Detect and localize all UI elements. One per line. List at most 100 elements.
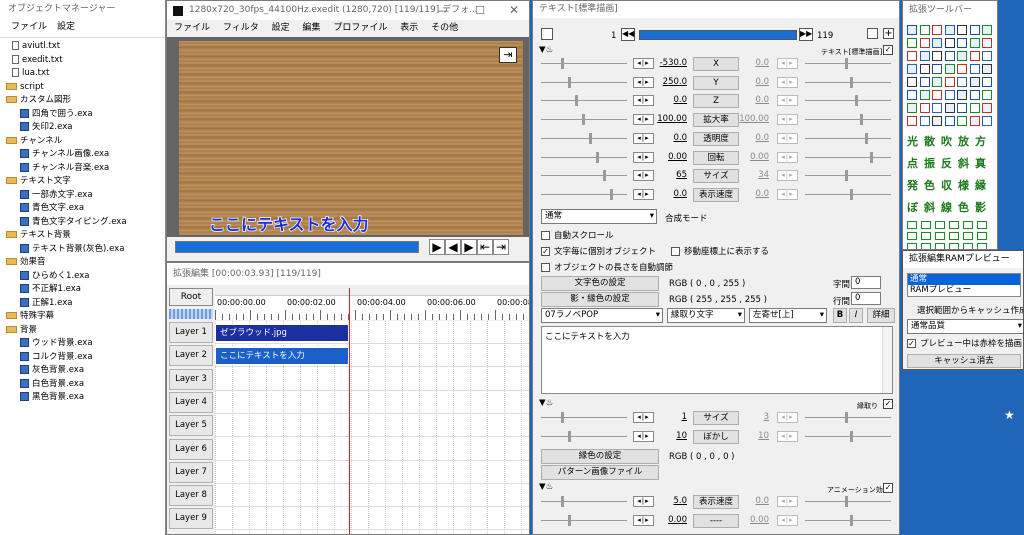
start-value[interactable]: 0.0 — [655, 189, 687, 199]
slider-thumb[interactable] — [845, 412, 848, 423]
file-item[interactable]: exedit.txt — [6, 54, 164, 68]
tool-icon[interactable] — [982, 25, 992, 35]
file-item[interactable]: 四角で囲う.exa — [6, 108, 164, 122]
individual-object-checkbox[interactable]: ✓ 文字毎に個別オブジェクト — [541, 245, 656, 257]
slider-thumb[interactable] — [850, 76, 853, 88]
tool-icon[interactable] — [957, 103, 967, 113]
end-value[interactable]: 0.0 — [739, 133, 769, 143]
tool-icon[interactable] — [932, 64, 942, 74]
header-checkbox[interactable]: ✓ — [883, 45, 893, 55]
stepper-arrows[interactable]: ◂|▸ — [777, 114, 798, 126]
left-slider[interactable] — [541, 58, 627, 69]
slider-thumb[interactable] — [860, 114, 863, 126]
right-slider[interactable] — [805, 412, 891, 423]
tool-icon[interactable] — [963, 243, 973, 249]
end-value[interactable]: 0.00 — [739, 515, 769, 525]
tool-icon[interactable] — [944, 51, 955, 61]
tool-icon[interactable] — [963, 232, 973, 240]
layer-label[interactable]: Layer 6 — [169, 438, 213, 460]
tool-kanji[interactable]: 影 — [975, 199, 986, 215]
tool-icon[interactable] — [957, 38, 967, 48]
tool-icon[interactable] — [982, 51, 992, 61]
left-slider[interactable] — [541, 170, 627, 182]
tool-kanji[interactable]: 光 — [907, 133, 918, 149]
tool-icon[interactable] — [969, 103, 980, 113]
tool-icon[interactable] — [944, 38, 955, 48]
tool-icon[interactable] — [932, 116, 942, 126]
file-item[interactable]: 黒色背景.exa — [6, 391, 164, 405]
stepper-arrows[interactable]: ◂|▸ — [633, 515, 654, 526]
folder-item[interactable]: 特殊字幕 — [6, 310, 164, 324]
tool-icon[interactable] — [932, 90, 942, 100]
tool-icon[interactable] — [944, 116, 955, 126]
left-slider[interactable] — [541, 114, 627, 126]
slider-thumb[interactable] — [850, 515, 853, 526]
slider-thumb[interactable] — [610, 188, 613, 200]
tool-kanji[interactable]: 線 — [941, 199, 952, 215]
folder-item[interactable]: テキスト文字 — [6, 175, 164, 189]
param-button[interactable]: Z — [693, 94, 739, 109]
tool-icon[interactable] — [969, 38, 980, 48]
shadow-color-button[interactable]: 影・縁色の設定 — [541, 292, 659, 307]
tool-kanji[interactable]: 反 — [941, 155, 952, 171]
folder-item[interactable]: 効果音 — [6, 256, 164, 270]
frame-prev-icon[interactable]: ◀◀ — [621, 28, 635, 41]
left-slider[interactable] — [541, 95, 627, 107]
to-end-icon[interactable]: ⇥ — [493, 239, 509, 255]
left-slider[interactable] — [541, 431, 627, 442]
tool-kanji[interactable]: 方 — [975, 133, 986, 149]
right-slider[interactable] — [805, 58, 891, 69]
folder-item[interactable]: チャンネル — [6, 135, 164, 149]
file-item[interactable]: 正解1.exa — [6, 297, 164, 311]
slider-thumb[interactable] — [870, 151, 873, 163]
stepper-arrows[interactable]: ◂|▸ — [777, 151, 798, 163]
ruler-scroll[interactable] — [215, 288, 529, 296]
tool-kanji[interactable]: 色 — [924, 177, 935, 193]
file-item[interactable]: チャンネル画像.exa — [6, 148, 164, 162]
fit-icon[interactable]: ⇥ — [499, 47, 517, 63]
collapse-icon[interactable]: ▼♨ — [539, 45, 553, 55]
right-slider[interactable] — [805, 431, 891, 442]
to-start-icon[interactable]: ⇤ — [477, 239, 493, 255]
collapse-icon[interactable]: ▼♨ — [539, 398, 553, 408]
tool-icon[interactable] — [957, 64, 967, 74]
file-item[interactable]: 不正解1.exa — [6, 283, 164, 297]
start-value[interactable]: 250.0 — [655, 77, 687, 87]
stepper-arrows[interactable]: ◂|▸ — [777, 76, 798, 88]
tool-icon[interactable] — [944, 25, 955, 35]
tool-icon[interactable] — [969, 25, 980, 35]
start-value[interactable]: 10 — [655, 431, 687, 441]
playhead-cursor[interactable] — [349, 288, 350, 534]
auto-length-checkbox[interactable]: オブジェクトの長さを自動調節 — [541, 261, 673, 273]
right-slider[interactable] — [805, 496, 891, 507]
frame-next-icon[interactable]: ▶▶ — [799, 28, 813, 41]
start-value[interactable]: 65 — [655, 170, 687, 180]
end-value[interactable]: 34 — [739, 170, 769, 180]
tool-icon[interactable] — [977, 232, 987, 240]
layer-label[interactable]: Layer 4 — [169, 391, 213, 413]
start-value[interactable]: 0.0 — [655, 133, 687, 143]
tool-kanji[interactable]: 色 — [958, 199, 969, 215]
tool-icon[interactable] — [944, 90, 955, 100]
folder-item[interactable]: script — [6, 81, 164, 95]
tool-icon[interactable] — [982, 116, 992, 126]
param-button[interactable]: Y — [693, 75, 739, 90]
clear-cache-button[interactable]: キャッシュ消去 — [907, 354, 1021, 368]
list-item[interactable]: RAMプレビュー — [908, 285, 1020, 296]
folder-item[interactable]: 背景 — [6, 324, 164, 338]
tool-icon[interactable] — [969, 90, 980, 100]
slider-thumb[interactable] — [568, 515, 571, 526]
end-value[interactable]: 0.00 — [739, 152, 769, 162]
next-frame-icon[interactable]: ▶ — [461, 239, 477, 255]
slider-thumb[interactable] — [855, 95, 858, 107]
slider-thumb[interactable] — [561, 496, 564, 507]
param-button[interactable]: 拡大率 — [693, 113, 739, 128]
tool-icon[interactable] — [919, 38, 930, 48]
tool-icon[interactable] — [949, 232, 959, 240]
slider-thumb[interactable] — [850, 431, 853, 442]
edge-color-button[interactable]: 縁色の設定 — [541, 449, 659, 464]
tool-icon[interactable] — [919, 116, 930, 126]
tool-icon[interactable] — [957, 90, 967, 100]
tool-icon[interactable] — [982, 38, 992, 48]
layer-label[interactable]: Layer 5 — [169, 415, 213, 437]
